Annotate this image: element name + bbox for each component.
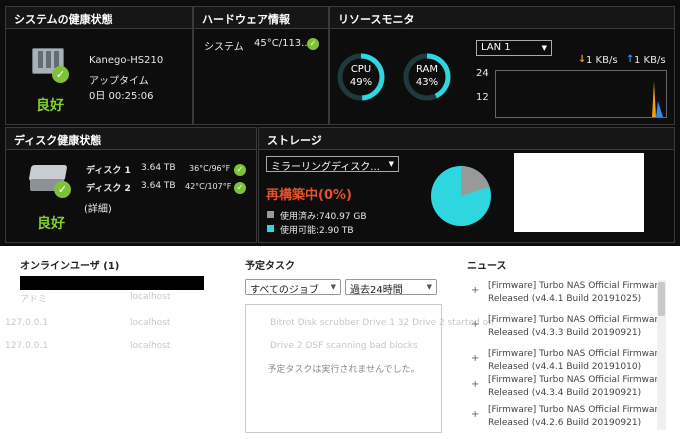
hardware-info-panel: ハードウェア情報 (193, 6, 329, 125)
check-icon: ✓ (307, 38, 319, 50)
cpu-value: 49% (349, 77, 373, 88)
resource-monitor-title: リソースモニタ (330, 7, 674, 29)
disk2-label: ディスク 2 (86, 184, 131, 194)
news-scrollbar[interactable] (657, 280, 666, 430)
hard-disk-icon: ✓ (28, 163, 72, 199)
nas-device-icon: ✓ (30, 44, 70, 84)
uptime-label: アップタイム (89, 76, 149, 87)
chevron-down-icon: ▼ (541, 44, 547, 52)
news-item-text[interactable]: [Firmware] Turbo NAS Official Firmware R… (488, 348, 668, 374)
check-icon: ✓ (52, 66, 69, 83)
available-legend-swatch (267, 225, 274, 232)
disk2-size: 3.64 TB (141, 181, 176, 191)
download-rate: 1 KB/s (586, 55, 618, 66)
scheduled-tasks-title: 予定タスク (245, 261, 295, 272)
ghost-user-row: 127.0.0.1 (5, 318, 48, 328)
ghost-user-host: localhost (130, 318, 171, 328)
ghost-task-line: Drive 2 DSF scanning bad blocks (270, 341, 418, 351)
chevron-down-icon: ▼ (330, 283, 336, 291)
ghost-user-host: localhost (130, 292, 171, 302)
check-icon: ✓ (234, 164, 246, 176)
no-tasks-message: 予定タスクは実行されませんでした。 (267, 365, 420, 375)
disk1-temp: 36°C/96°F (189, 164, 231, 173)
lower-section: オンラインユーザ (1) アドミ localhost 127.0.0.1 loc… (0, 246, 680, 439)
cpu-label: CPU (350, 64, 372, 75)
system-status: 良好 (36, 98, 64, 114)
chevron-down-icon: ▼ (426, 283, 432, 291)
expand-icon[interactable]: + (471, 284, 479, 297)
expand-icon[interactable]: + (471, 378, 479, 391)
server-name: Kanego-HS210 (89, 55, 164, 66)
expand-icon[interactable]: + (471, 408, 479, 421)
network-graph (495, 70, 667, 118)
expand-icon[interactable]: + (471, 352, 479, 365)
chevron-down-icon: ▼ (388, 160, 394, 168)
ram-label: RAM (415, 64, 438, 75)
ghost-user-row: アドミ (20, 295, 48, 305)
job-filter-select[interactable]: すべてのジョブ ▼ (245, 279, 341, 296)
hardware-info-title: ハードウェア情報 (194, 7, 328, 29)
period-value: 過去24時間 (350, 285, 403, 296)
uptime-value: 0日 00:25:06 (89, 91, 154, 102)
period-select[interactable]: 過去24時間 ▼ (345, 279, 437, 296)
news-item-text[interactable]: [Firmware] Turbo NAS Official Firmware R… (488, 404, 668, 430)
ghost-user-host: localhost (130, 341, 171, 351)
storage-used: 使用済み:740.97 GB (280, 212, 367, 222)
redacted-user-bar (20, 276, 204, 290)
news-title: ニュース (467, 261, 507, 272)
disk1-label: ディスク 1 (86, 166, 131, 176)
ghost-user-row: 127.0.0.1 (5, 341, 48, 351)
storage-pie (431, 166, 491, 226)
job-filter-value: すべてのジョブ (250, 285, 319, 296)
dashboard: システムの健康状態 ✓ Kanego-HS210 アップタイム 0日 00:25… (0, 0, 680, 246)
ghost-task-line: Bitrot Disk scrubber Drive 1 32 Drive 2 … (270, 318, 494, 328)
lan-select[interactable]: LAN 1 ▼ (476, 40, 552, 56)
disk-status: 良好 (37, 216, 65, 232)
storage-white-box (514, 153, 644, 232)
disk1-size: 3.64 TB (141, 163, 176, 173)
volume-select-value: ミラーリングディスク... (271, 162, 380, 173)
news-item-text[interactable]: [Firmware] Turbo NAS Official Firmware R… (488, 374, 668, 400)
storage-title: ストレージ (259, 128, 674, 150)
ram-value: 43% (415, 77, 439, 88)
news-scrollbar-thumb[interactable] (658, 282, 665, 316)
check-icon: ✓ (234, 182, 246, 194)
cpu-gauge: CPU 49% (336, 52, 386, 102)
online-users-title: オンラインユーザ (1) (20, 261, 120, 272)
disk-health-title: ディスク健康状態 (6, 128, 256, 150)
check-icon: ✓ (54, 181, 71, 198)
disk-details-link[interactable]: (詳細) (84, 200, 112, 215)
storage-available: 使用可能:2.90 TB (280, 226, 354, 236)
rebuild-status: 再構築中(0%) (266, 188, 352, 203)
system-health-title: システムの健康状態 (6, 7, 192, 29)
system-temp-value: 45°C/113... (254, 38, 311, 49)
upload-rate: 1 KB/s (634, 55, 666, 66)
network-traffic-plot (652, 81, 663, 117)
y-tick-24: 24 (476, 68, 489, 79)
news-item-text[interactable]: [Firmware] Turbo NAS Official Firmware R… (488, 314, 668, 340)
ram-gauge: RAM 43% (402, 52, 452, 102)
disk2-temp: 42°C/107°F (185, 182, 232, 191)
y-tick-12: 12 (476, 92, 489, 103)
lan-select-value: LAN 1 (481, 42, 511, 53)
news-item-text[interactable]: [Firmware] Turbo NAS Official Firmware R… (488, 280, 668, 306)
system-temp-label: システム (204, 42, 244, 53)
used-legend-swatch (267, 211, 274, 218)
volume-select[interactable]: ミラーリングディスク... ▼ (266, 156, 399, 173)
expand-icon[interactable]: + (471, 318, 479, 331)
